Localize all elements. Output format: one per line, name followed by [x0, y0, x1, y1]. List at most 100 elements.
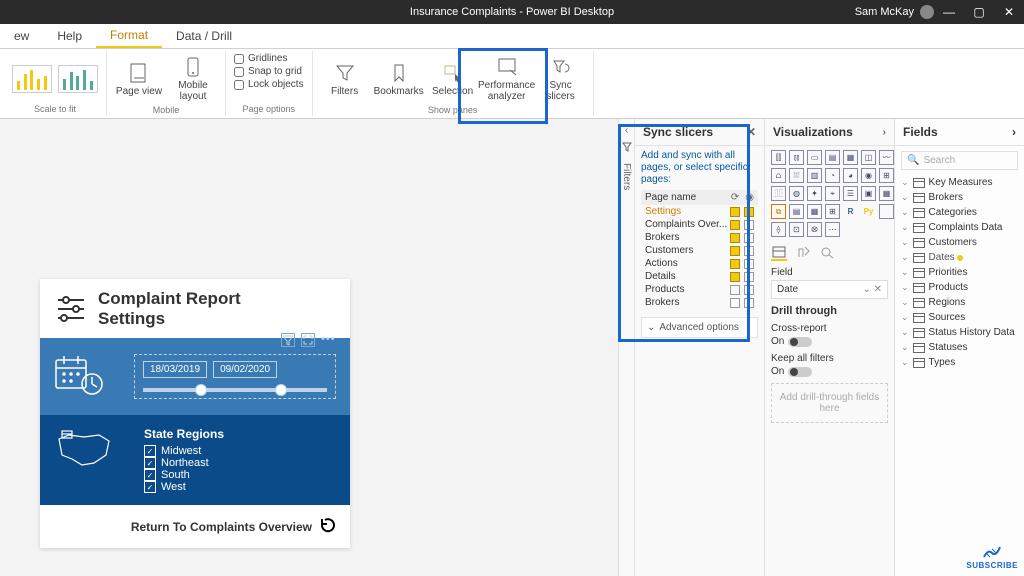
- advanced-options[interactable]: ⌄Advanced options: [641, 317, 758, 338]
- slicer-focus-icon[interactable]: [301, 333, 315, 347]
- visible-checkbox[interactable]: [744, 220, 754, 230]
- sync-checkbox[interactable]: [730, 233, 740, 243]
- sync-checkbox[interactable]: [730, 207, 740, 217]
- page-row[interactable]: Customers: [641, 244, 758, 257]
- region-item[interactable]: West: [144, 481, 336, 493]
- mobile-layout-button[interactable]: Mobile layout: [169, 53, 217, 105]
- sync-checkbox[interactable]: [730, 246, 740, 256]
- sync-checkbox[interactable]: [730, 298, 740, 308]
- viz-type-icon[interactable]: [879, 204, 894, 219]
- field-table[interactable]: ⌄Sources: [901, 310, 1018, 325]
- tab-help[interactable]: Help: [43, 24, 96, 48]
- chevron-right-icon[interactable]: ›: [883, 127, 886, 138]
- visible-checkbox[interactable]: [744, 272, 754, 282]
- field-well-date[interactable]: Date ⌄ ✕: [771, 280, 888, 299]
- viz-type-icon[interactable]: ⊞: [879, 168, 894, 183]
- field-table[interactable]: ⌄Dates: [901, 250, 1018, 265]
- viz-type-icon[interactable]: ◕: [843, 168, 858, 183]
- slicer-more-icon[interactable]: •••: [321, 333, 335, 347]
- lock-checkbox[interactable]: Lock objects: [234, 79, 304, 90]
- close-icon[interactable]: ✕: [746, 125, 756, 139]
- viz-type-icon[interactable]: ▦: [879, 186, 894, 201]
- chevron-right-icon[interactable]: ›: [1012, 125, 1016, 139]
- viz-type-icon[interactable]: 〰: [879, 150, 894, 165]
- filters-pane-collapsed[interactable]: ‹ Filters: [618, 119, 634, 576]
- report-canvas[interactable]: Complaint ReportSettings ••• 18/03/2019 …: [0, 119, 618, 576]
- date-range-slider[interactable]: [143, 388, 327, 392]
- snap-checkbox[interactable]: Snap to grid: [234, 66, 302, 77]
- field-table[interactable]: ⌄Regions: [901, 295, 1018, 310]
- slicer-filter-icon[interactable]: [281, 333, 295, 347]
- viz-type-icon[interactable]: ⭙: [807, 222, 822, 237]
- fields-tab-icon[interactable]: [771, 245, 787, 261]
- viz-type-icon[interactable]: ⩍: [771, 168, 786, 183]
- tab-view[interactable]: ew: [0, 24, 43, 48]
- field-table[interactable]: ⌄Brokers: [901, 190, 1018, 205]
- visible-checkbox[interactable]: [744, 207, 754, 217]
- viz-type-icon[interactable]: ▥: [807, 168, 822, 183]
- viz-type-icon[interactable]: ◍: [789, 186, 804, 201]
- field-table[interactable]: ⌄Key Measures: [901, 175, 1018, 190]
- viz-type-icon[interactable]: ▦: [807, 204, 822, 219]
- format-tab-icon[interactable]: [795, 245, 811, 261]
- viz-type-icon[interactable]: ⫾⫾: [789, 150, 804, 165]
- viz-type-icon[interactable]: ⿲: [771, 186, 786, 201]
- viz-type-icon[interactable]: ⫿⫿: [771, 150, 786, 165]
- field-table[interactable]: ⌄Complaints Data: [901, 220, 1018, 235]
- viz-type-icon[interactable]: ◉: [861, 168, 876, 183]
- tab-data-drill[interactable]: Data / Drill: [162, 24, 246, 48]
- region-item[interactable]: Northeast: [144, 457, 336, 469]
- filters-pane-button[interactable]: Filters: [321, 53, 369, 105]
- sync-checkbox[interactable]: [730, 259, 740, 269]
- viz-type-icon[interactable]: ⊡: [789, 222, 804, 237]
- region-item[interactable]: South: [144, 469, 336, 481]
- field-table[interactable]: ⌄Types: [901, 355, 1018, 370]
- page-row[interactable]: Complaints Over...: [641, 218, 758, 231]
- regions-list[interactable]: Midwest Northeast South West: [144, 445, 336, 493]
- keep-filters-toggle[interactable]: On: [771, 366, 888, 377]
- field-table[interactable]: ⌄Status History Data: [901, 325, 1018, 340]
- minimize-button[interactable]: —: [934, 0, 964, 24]
- page-row[interactable]: Actions: [641, 257, 758, 270]
- viz-type-icon[interactable]: ⊞: [825, 204, 840, 219]
- visible-checkbox[interactable]: [744, 246, 754, 256]
- visible-checkbox[interactable]: [744, 233, 754, 243]
- viz-type-icon[interactable]: ◫: [861, 150, 876, 165]
- page-row[interactable]: Products: [641, 283, 758, 296]
- visible-checkbox[interactable]: [744, 298, 754, 308]
- selection-pane-button[interactable]: Selection: [429, 53, 477, 105]
- page-row[interactable]: Brokers: [641, 296, 758, 309]
- maximize-button[interactable]: ▢: [964, 0, 994, 24]
- return-button[interactable]: Return To Complaints Overview: [40, 505, 350, 548]
- date-to[interactable]: 09/02/2020: [213, 361, 277, 378]
- viz-type-icon[interactable]: ▣: [861, 186, 876, 201]
- page-row[interactable]: Details: [641, 270, 758, 283]
- viz-type-icon[interactable]: ▤: [825, 150, 840, 165]
- page-view-button[interactable]: Page view: [115, 53, 163, 105]
- drill-through-well[interactable]: Add drill-through fields here: [771, 383, 888, 423]
- visible-checkbox[interactable]: [744, 259, 754, 269]
- viz-type-py[interactable]: Py: [861, 204, 876, 219]
- page-row[interactable]: Settings: [641, 205, 758, 218]
- viz-type-r[interactable]: R: [843, 204, 858, 219]
- user-area[interactable]: Sam McKay: [855, 5, 934, 19]
- analytics-tab-icon[interactable]: [819, 245, 835, 261]
- fields-search[interactable]: 🔍 Search: [901, 151, 1018, 170]
- field-table[interactable]: ⌄Priorities: [901, 265, 1018, 280]
- sync-slicers-button[interactable]: Sync slicers: [537, 53, 585, 105]
- viz-type-icon[interactable]: ⛆: [789, 168, 804, 183]
- field-table[interactable]: ⌄Statuses: [901, 340, 1018, 355]
- bookmarks-pane-button[interactable]: Bookmarks: [375, 53, 423, 105]
- field-table[interactable]: ⌄Categories: [901, 205, 1018, 220]
- tab-format[interactable]: Format: [96, 24, 162, 48]
- viz-type-icon[interactable]: ▦: [843, 150, 858, 165]
- sync-checkbox[interactable]: [730, 220, 740, 230]
- close-button[interactable]: ✕: [994, 0, 1024, 24]
- page-row[interactable]: Brokers: [641, 231, 758, 244]
- visible-checkbox[interactable]: [744, 285, 754, 295]
- region-item[interactable]: Midwest: [144, 445, 336, 457]
- viz-type-slicer-icon[interactable]: ⧉: [771, 204, 786, 219]
- field-table[interactable]: ⌄Products: [901, 280, 1018, 295]
- viz-more-icon[interactable]: ⋯: [825, 222, 840, 237]
- performance-analyzer-button[interactable]: Performance analyzer: [483, 53, 531, 105]
